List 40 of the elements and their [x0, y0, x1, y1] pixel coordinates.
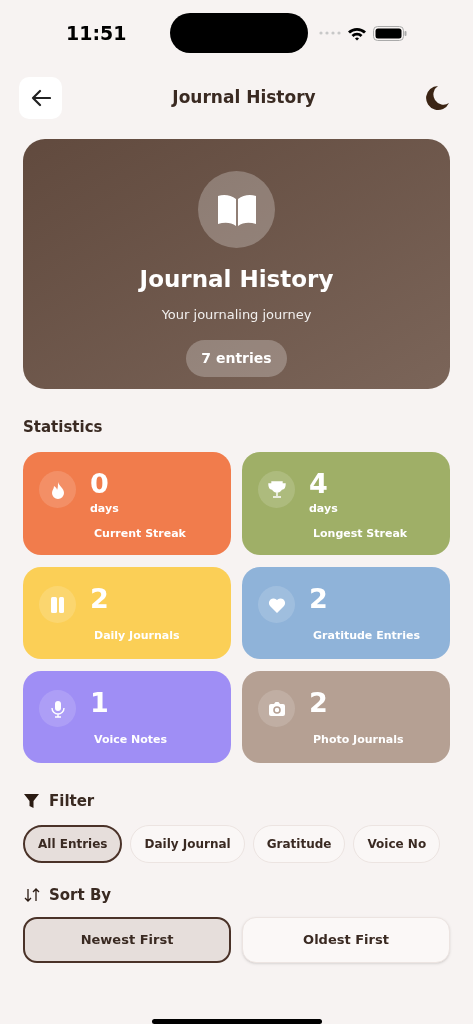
stat-label: Current Streak — [94, 525, 186, 542]
back-button[interactable] — [19, 77, 62, 119]
sort-arrows-icon — [24, 887, 40, 902]
stat-label: Longest Streak — [313, 525, 408, 542]
trophy-icon — [267, 480, 286, 499]
stat-value: 2 — [90, 584, 110, 614]
stat-unit: days — [309, 501, 339, 517]
camera-icon — [267, 699, 286, 718]
page-title: Journal History — [172, 87, 316, 108]
stat-label: Daily Journals — [94, 628, 180, 644]
stat-value: 0 — [90, 469, 110, 499]
stat-label: Photo Journals — [313, 732, 404, 748]
stat-value: 4 — [309, 469, 329, 499]
filter-icon — [24, 793, 39, 809]
hero-title: Journal History — [139, 265, 334, 294]
section-title: Sort By — [49, 884, 112, 906]
heart-icon — [267, 595, 286, 614]
stat-label: Gratitude Entries — [313, 628, 420, 644]
entry-count-badge: 7 entries — [186, 340, 287, 377]
battery-icon — [373, 25, 407, 41]
moon-icon[interactable] — [426, 85, 450, 111]
stat-value: 2 — [309, 688, 329, 718]
status-time: 11:51 — [66, 20, 127, 46]
section-title: Filter — [49, 791, 95, 812]
hero-subtitle: Your journaling journey — [161, 305, 312, 324]
stat-value: 1 — [90, 688, 110, 718]
sort-option-button[interactable]: Newest First — [23, 917, 231, 963]
stat-unit: days — [90, 501, 120, 517]
sort-option-button[interactable]: Oldest First — [242, 917, 450, 963]
back-arrow-icon — [30, 89, 51, 107]
wifi-icon — [347, 25, 367, 41]
filter-chip[interactable]: Voice No — [353, 824, 441, 863]
stat-value: 2 — [309, 584, 329, 614]
stat-label: Voice Notes — [94, 732, 168, 748]
microphone-icon — [48, 699, 67, 718]
signal-icon — [319, 31, 341, 35]
section-title: Statistics — [23, 418, 103, 436]
filter-chip[interactable]: All Entries — [23, 824, 123, 863]
filter-chip[interactable]: Daily Journal — [130, 824, 245, 863]
filter-chip[interactable]: Gratitude — [252, 824, 346, 863]
